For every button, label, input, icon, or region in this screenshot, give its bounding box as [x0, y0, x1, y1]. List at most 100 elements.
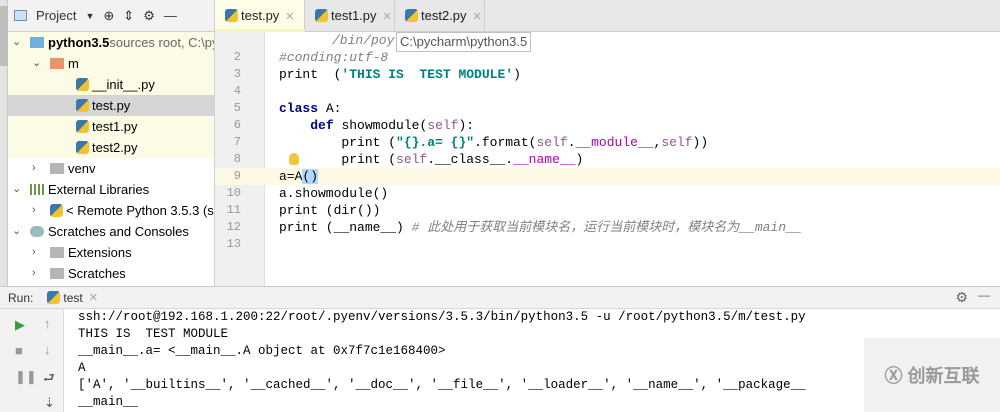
- code-token: __module__: [575, 135, 654, 150]
- chevron-down-icon[interactable]: ⌄: [12, 32, 21, 53]
- code-line: 10 a.showmodule(): [215, 185, 1000, 202]
- folder-icon: [50, 247, 64, 258]
- hide-icon[interactable]: —: [164, 8, 177, 23]
- lightbulb-icon[interactable]: [289, 153, 299, 165]
- down-icon[interactable]: ↓: [44, 342, 51, 357]
- collapse-all-icon[interactable]: ⇕: [123, 8, 134, 24]
- chevron-right-icon[interactable]: ›: [32, 158, 36, 179]
- line-number: 9: [233, 169, 241, 183]
- console-output[interactable]: ssh://root@192.168.1.200:22/root/.pyenv/…: [78, 309, 806, 411]
- chevron-right-icon[interactable]: ›: [32, 242, 36, 263]
- python-file-icon: [405, 9, 418, 22]
- close-icon[interactable]: ✕: [89, 291, 98, 304]
- tab-label: test.py: [241, 8, 280, 23]
- chevron-right-icon[interactable]: ›: [32, 200, 36, 221]
- python-file-icon: [315, 9, 328, 22]
- python-file-icon: [76, 99, 89, 112]
- line-number: 13: [226, 237, 241, 251]
- project-view-selector[interactable]: Project: [36, 8, 76, 23]
- code-token: )): [692, 135, 709, 150]
- tree-item[interactable]: test1.py: [8, 116, 214, 137]
- code-token: .: [567, 135, 576, 150]
- code-line: 2 #conding:utf-8: [215, 49, 1000, 66]
- line-number: 3: [233, 67, 241, 81]
- tree-item[interactable]: ⌄ python3.5sources root, C:\pycharm\pytho…: [8, 32, 315, 53]
- gear-icon[interactable]: ⚙: [955, 289, 968, 306]
- chevron-down-icon[interactable]: ⌄: [32, 53, 41, 74]
- code-token: print (dir()): [279, 203, 381, 218]
- tree-item[interactable]: › Extensions: [8, 242, 214, 263]
- tab-test1-py[interactable]: test1.py ✕: [305, 0, 395, 32]
- code-token: def: [310, 118, 342, 133]
- line-number: 7: [233, 135, 241, 149]
- code-line: /bin/poython3.6: [215, 32, 1000, 49]
- editor: test.py ✕ test1.py ✕ test2.py ✕ C:\pycharm\py…: [214, 0, 1000, 286]
- code-token: # 此处用于获取当前模块名，运行当前模块时，模块名为__main__: [411, 220, 802, 235]
- code-token: self: [396, 152, 428, 167]
- watermark-logo: Ⓧ 创新互联: [864, 338, 1000, 412]
- tree-item[interactable]: test.py: [8, 95, 214, 116]
- project-strip-button[interactable]: [0, 6, 8, 66]
- tree-item-label: < Remote Python 3.5.3 (s: [66, 203, 214, 218]
- close-icon[interactable]: ✕: [285, 11, 294, 23]
- tree-item[interactable]: ⌄ Scratches and Consoles: [8, 221, 214, 242]
- code-token: ):: [458, 118, 475, 133]
- close-icon[interactable]: ✕: [473, 11, 482, 23]
- tool-window-strip[interactable]: [0, 0, 8, 286]
- scroll-to-end-icon[interactable]: ⇣: [44, 395, 55, 411]
- code-area[interactable]: /bin/poython3.6 2 #conding:utf-8 3 print ('T…: [215, 33, 1000, 253]
- tab-test2-py[interactable]: test2.py ✕: [395, 0, 485, 32]
- tree-item-label: Extensions: [68, 245, 132, 260]
- run-tools: ▶ ↑ ■ ↓ ❚❚ ⮐ ⇣: [0, 309, 64, 412]
- tree-item-label: __init__.py: [92, 77, 155, 92]
- console-line: ['A', '__builtins__', '__cached__', '__d…: [78, 378, 806, 392]
- run-tab-label: test: [63, 290, 83, 305]
- close-icon[interactable]: ✕: [383, 11, 392, 23]
- code-token: (): [302, 169, 319, 184]
- locate-icon[interactable]: ⊕: [103, 8, 114, 24]
- code-line: 6 def showmodule(self):: [215, 117, 1000, 134]
- python-file-icon: [47, 291, 61, 304]
- scratches-icon: [30, 226, 44, 237]
- tree-item-label: test.py: [92, 98, 131, 113]
- line-number: 6: [233, 118, 241, 132]
- tree-item[interactable]: › < Remote Python 3.5.3 (s: [8, 200, 214, 221]
- gear-icon[interactable]: ⚙: [143, 8, 155, 24]
- code-token: .format(: [474, 135, 537, 150]
- chevron-down-icon[interactable]: ⌄: [12, 221, 21, 242]
- code-token: A:: [325, 101, 342, 116]
- code-token: a=A: [279, 169, 303, 184]
- console-line: __main__: [78, 395, 139, 409]
- tree-item-label: venv: [68, 161, 96, 176]
- pause-icon[interactable]: ❚❚: [15, 369, 37, 385]
- stop-icon[interactable]: ■: [15, 343, 23, 358]
- chevron-right-icon[interactable]: ›: [32, 263, 36, 284]
- rerun-icon[interactable]: ▶: [15, 317, 25, 333]
- python-icon: [50, 204, 63, 217]
- code-line: 13: [215, 236, 1000, 253]
- code-token: ): [513, 67, 521, 82]
- tree-item[interactable]: ⌄ m: [8, 53, 214, 74]
- tree-item[interactable]: › venv: [8, 158, 214, 179]
- up-icon[interactable]: ↑: [44, 316, 51, 331]
- code-token: .__class__.: [427, 152, 514, 167]
- chevron-down-icon[interactable]: ⌄: [12, 179, 21, 200]
- tab-test-py[interactable]: test.py ✕: [215, 0, 305, 32]
- run-toolbar: Run: test ✕ ⚙ —: [0, 287, 1000, 309]
- python-file-icon: [76, 141, 89, 154]
- chevron-down-icon[interactable]: ▼: [85, 11, 94, 21]
- tree-item[interactable]: › Scratches: [8, 263, 214, 284]
- line-number: 11: [226, 203, 241, 217]
- soft-wrap-icon[interactable]: ⮐: [43, 369, 55, 391]
- tree-item[interactable]: ⌄ External Libraries: [8, 179, 214, 200]
- line-number: 12: [226, 220, 241, 234]
- code-line: 3 print ('THIS IS TEST MODULE'): [215, 66, 1000, 83]
- code-token: 'THIS IS TEST MODULE': [341, 67, 514, 82]
- tree-item[interactable]: test2.py: [8, 137, 214, 158]
- minimize-icon[interactable]: —: [978, 288, 990, 302]
- console-line: __main__.a= <__main__.A object at 0x7f7c…: [78, 344, 446, 358]
- run-tab[interactable]: test ✕: [47, 291, 98, 305]
- tree-item[interactable]: __init__.py: [8, 74, 214, 95]
- code-token: #conding:utf-8: [279, 50, 389, 65]
